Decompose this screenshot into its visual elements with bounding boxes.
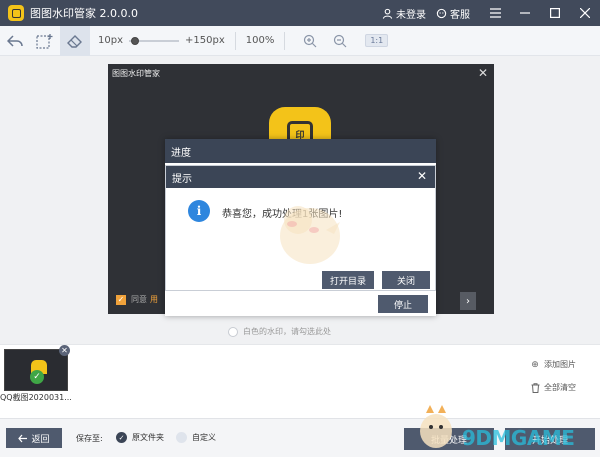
clear-all-button[interactable]: 全部清空 — [530, 382, 576, 393]
progress-dialog-header: 进度 — [165, 139, 436, 163]
next-arrow-button[interactable]: › — [460, 292, 476, 310]
close-window-button[interactable] — [570, 0, 600, 26]
agree-text: 同意 — [131, 295, 147, 304]
close-icon — [580, 8, 590, 18]
site-watermark-mascot-icon — [420, 405, 452, 448]
remove-file-button[interactable]: ✕ — [59, 345, 70, 356]
zoom-level: 100% — [245, 35, 275, 46]
zoom-in-icon — [304, 34, 317, 47]
check-circle-icon: ✓ — [30, 370, 44, 384]
service-link[interactable]: 客服 — [436, 6, 470, 21]
save-custom-option[interactable]: 自定义 — [176, 432, 216, 443]
menu-button[interactable] — [480, 0, 510, 26]
watermark-mascot-icon — [280, 206, 340, 264]
save-custom-label: 自定义 — [192, 433, 216, 442]
agree-row[interactable]: ✓ 同意 用 — [116, 294, 158, 305]
add-image-button[interactable]: ⊕ 添加图片 — [530, 359, 576, 370]
app-logo-icon — [8, 5, 24, 21]
save-original-radio-checked[interactable]: ✓ — [116, 432, 127, 443]
minimize-button[interactable] — [510, 0, 540, 26]
maximize-icon — [550, 8, 560, 18]
login-link[interactable]: 未登录 — [382, 6, 426, 21]
clear-all-label: 全部清空 — [544, 383, 576, 392]
crop-add-button[interactable] — [30, 26, 60, 56]
minimize-icon — [520, 12, 530, 14]
tip-dialog-header: 提示 ✕ — [166, 166, 435, 188]
file-thumbnail[interactable]: ✓ — [4, 349, 68, 391]
info-icon: i — [188, 200, 210, 222]
tip-close-button[interactable]: ✕ — [417, 169, 427, 183]
headset-icon — [436, 8, 447, 18]
brush-size-min: 10px — [98, 35, 123, 46]
title-bar: 图图水印管家 2.0.0.0 未登录 客服 — [0, 0, 600, 26]
zoom-out-icon — [334, 34, 347, 47]
tip-dialog-title: 提示 — [172, 173, 192, 185]
undo-button[interactable] — [0, 26, 30, 56]
site-watermark-text: 9DMGAME — [462, 426, 575, 450]
white-watermark-label: 白色的水印，请勾选此处 — [243, 327, 331, 336]
back-arrow-icon — [18, 434, 28, 442]
toolbar-divider — [234, 31, 236, 50]
user-icon — [382, 8, 393, 19]
chevron-right-icon: › — [466, 295, 470, 307]
actual-size-button[interactable]: 1:1 — [365, 34, 389, 47]
white-watermark-radio[interactable] — [228, 326, 238, 337]
eraser-icon — [67, 34, 82, 48]
service-label: 客服 — [450, 9, 470, 21]
back-label: 返回 — [31, 434, 50, 445]
crop-add-icon — [36, 33, 53, 49]
brush-size-slider[interactable] — [129, 35, 179, 47]
open-folder-button[interactable]: 打开目录 — [322, 271, 374, 289]
white-watermark-option[interactable]: 白色的水印，请勾选此处 — [228, 326, 331, 337]
brush-size-max: +150px — [185, 35, 225, 46]
toolbar: 10px +150px 100% 1:1 — [0, 25, 600, 56]
save-original-label: 原文件夹 — [132, 433, 164, 442]
agree-link[interactable]: 用 — [150, 294, 158, 305]
stop-button[interactable]: 停止 — [378, 295, 428, 313]
editor-close-button[interactable]: ✕ — [478, 66, 488, 80]
app-title: 图图水印管家 2.0.0.0 — [30, 7, 138, 20]
save-custom-radio[interactable] — [176, 432, 187, 443]
agree-checkbox[interactable]: ✓ — [116, 294, 126, 305]
toolbar-divider — [284, 31, 286, 50]
file-name: QQ截图2020031... — [0, 393, 72, 402]
tip-close-action-button[interactable]: 关闭 — [382, 271, 430, 289]
file-list: ✓ ✕ QQ截图2020031... ⊕ 添加图片 全部清空 — [0, 344, 600, 410]
menu-icon — [489, 8, 501, 18]
back-button[interactable]: 返回 — [6, 428, 62, 448]
undo-icon — [7, 34, 23, 47]
zoom-out-button[interactable] — [325, 26, 355, 56]
login-label: 未登录 — [396, 9, 426, 21]
eraser-button[interactable] — [60, 25, 90, 56]
trash-icon — [530, 382, 540, 393]
add-image-label: 添加图片 — [544, 360, 576, 369]
maximize-button[interactable] — [540, 0, 570, 26]
progress-dialog-footer: 停止 — [165, 290, 436, 316]
slider-thumb[interactable] — [130, 36, 139, 45]
zoom-in-button[interactable] — [295, 26, 325, 56]
progress-dialog-title: 进度 — [171, 147, 191, 159]
editor-title: 图图水印管家 — [112, 69, 160, 78]
save-original-folder-option[interactable]: ✓ 原文件夹 — [116, 432, 164, 443]
save-to-label: 保存至: — [76, 434, 103, 443]
add-circle-icon: ⊕ — [531, 359, 539, 370]
